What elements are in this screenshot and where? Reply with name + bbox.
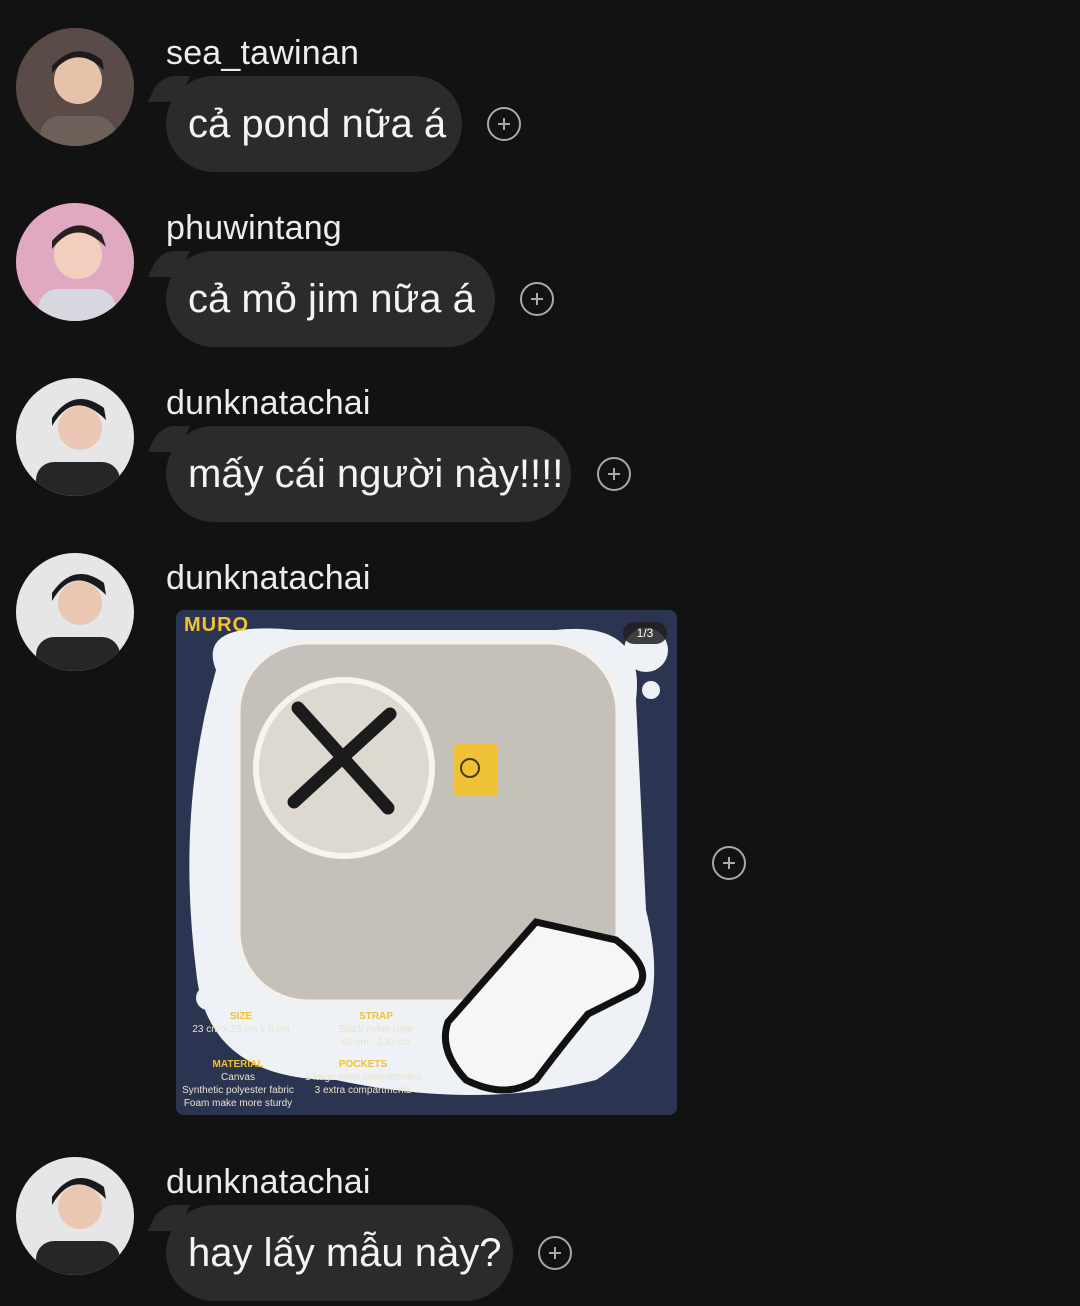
avatar[interactable] xyxy=(16,378,134,496)
username[interactable]: phuwintang xyxy=(166,209,342,248)
add-reaction-icon[interactable] xyxy=(538,1236,572,1270)
message-bubble[interactable]: cả mỏ jim nữa á xyxy=(166,251,495,347)
avatar[interactable] xyxy=(16,203,134,321)
spec-pockets: POCKETS 1 large main compartment 3 extra c… xyxy=(304,1059,422,1096)
message-bubble[interactable]: cả pond nữa á xyxy=(166,76,462,172)
spec-material: MATERIAL Canvas Synthetic polyester fabric… xyxy=(182,1059,294,1109)
avatar[interactable] xyxy=(16,1157,134,1275)
message-bubble[interactable]: mấy cái người này!!!! xyxy=(166,426,571,522)
avatar[interactable] xyxy=(16,553,134,671)
spec-strap: STRAP Black nylon rope 65 cm - 130 cm xyxy=(339,1011,413,1048)
add-reaction-icon[interactable] xyxy=(487,107,521,141)
add-reaction-icon[interactable] xyxy=(712,846,746,880)
username[interactable]: dunknatachai xyxy=(166,384,371,423)
avatar[interactable] xyxy=(16,28,134,146)
username[interactable]: dunknatachai xyxy=(166,1163,371,1202)
add-reaction-icon[interactable] xyxy=(520,282,554,316)
image-counter: 1/3 xyxy=(623,622,667,644)
add-reaction-icon[interactable] xyxy=(597,457,631,491)
username[interactable]: dunknatachai xyxy=(166,559,371,598)
shared-image[interactable]: MURO 1/3 SIZE 23 cm x 23 cm x 8 cm STRAP B… xyxy=(176,610,677,1115)
message-bubble[interactable]: hay lấy mẫu này? xyxy=(166,1205,513,1301)
username[interactable]: sea_tawinan xyxy=(166,34,359,73)
brand-label: MURO xyxy=(184,614,250,636)
spec-size: SIZE 23 cm x 23 cm x 8 cm xyxy=(192,1011,290,1035)
